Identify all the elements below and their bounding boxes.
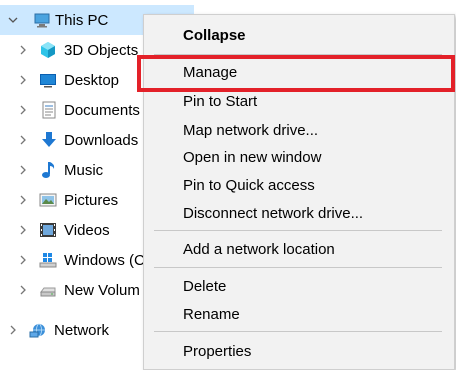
menu-item-label: Collapse <box>183 26 246 44</box>
pc-icon <box>33 11 51 29</box>
menu-item-label: Pin to Quick access <box>183 176 315 194</box>
menu-item-map-network-drive[interactable]: Map network drive... <box>144 116 454 144</box>
menu-item-disconnect-network-drive[interactable]: Disconnect network drive... <box>144 199 454 227</box>
tree-item-label: Windows (C <box>64 251 145 269</box>
tree-item-label: Pictures <box>64 191 119 209</box>
tree-item-label: Network <box>54 321 110 339</box>
menu-item-label: Pin to Start <box>183 92 258 110</box>
3d-objects-icon <box>39 41 57 59</box>
menu-separator <box>154 267 442 268</box>
annotation-highlight-box <box>137 55 455 92</box>
windows-drive-icon <box>39 251 57 269</box>
tree-item-label: This PC <box>55 11 109 29</box>
tree-item-label: Desktop <box>64 71 120 89</box>
menu-item-collapse[interactable]: Collapse <box>144 21 454 49</box>
music-icon <box>40 161 58 179</box>
menu-separator <box>154 230 442 231</box>
menu-item-properties[interactable]: Properties <box>144 337 454 365</box>
chevron-down-icon[interactable] <box>6 13 20 27</box>
chevron-right-icon[interactable] <box>16 283 30 297</box>
tree-item-label: 3D Objects <box>64 41 139 59</box>
chevron-right-icon[interactable] <box>6 323 20 337</box>
menu-item-label: Open in new window <box>183 148 322 166</box>
menu-item-open-in-new-window[interactable]: Open in new window <box>144 143 454 171</box>
downloads-icon <box>40 131 58 149</box>
videos-icon <box>39 221 57 239</box>
menu-item-add-network-location[interactable]: Add a network location <box>144 235 454 263</box>
chevron-right-icon[interactable] <box>16 73 30 87</box>
chevron-right-icon[interactable] <box>16 163 30 177</box>
network-icon <box>29 321 47 339</box>
menu-item-label: Disconnect network drive... <box>183 204 364 222</box>
chevron-right-icon[interactable] <box>16 223 30 237</box>
tree-item-label: Videos <box>64 221 110 239</box>
menu-separator <box>154 331 442 332</box>
desktop-icon <box>39 71 57 89</box>
menu-item-label: Properties <box>183 342 252 360</box>
chevron-right-icon[interactable] <box>16 43 30 57</box>
menu-item-pin-to-quick-access[interactable]: Pin to Quick access <box>144 171 454 199</box>
tree-item-label: Music <box>64 161 104 179</box>
menu-item-rename[interactable]: Rename <box>144 300 454 328</box>
chevron-right-icon[interactable] <box>16 133 30 147</box>
menu-item-delete[interactable]: Delete <box>144 272 454 300</box>
tree-item-label: Documents <box>64 101 140 119</box>
chevron-right-icon[interactable] <box>16 103 30 117</box>
menu-item-label: Delete <box>183 277 227 295</box>
chevron-right-icon[interactable] <box>16 253 30 267</box>
menu-item-label: Map network drive... <box>183 121 319 139</box>
menu-item-label: Add a network location <box>183 240 335 258</box>
tree-item-label: Downloads <box>64 131 139 149</box>
documents-icon <box>40 101 58 119</box>
menu-item-label: Rename <box>183 305 240 323</box>
chevron-right-icon[interactable] <box>16 193 30 207</box>
pictures-icon <box>39 191 57 209</box>
drive-icon <box>39 281 57 299</box>
tree-item-label: New Volum <box>64 281 140 299</box>
